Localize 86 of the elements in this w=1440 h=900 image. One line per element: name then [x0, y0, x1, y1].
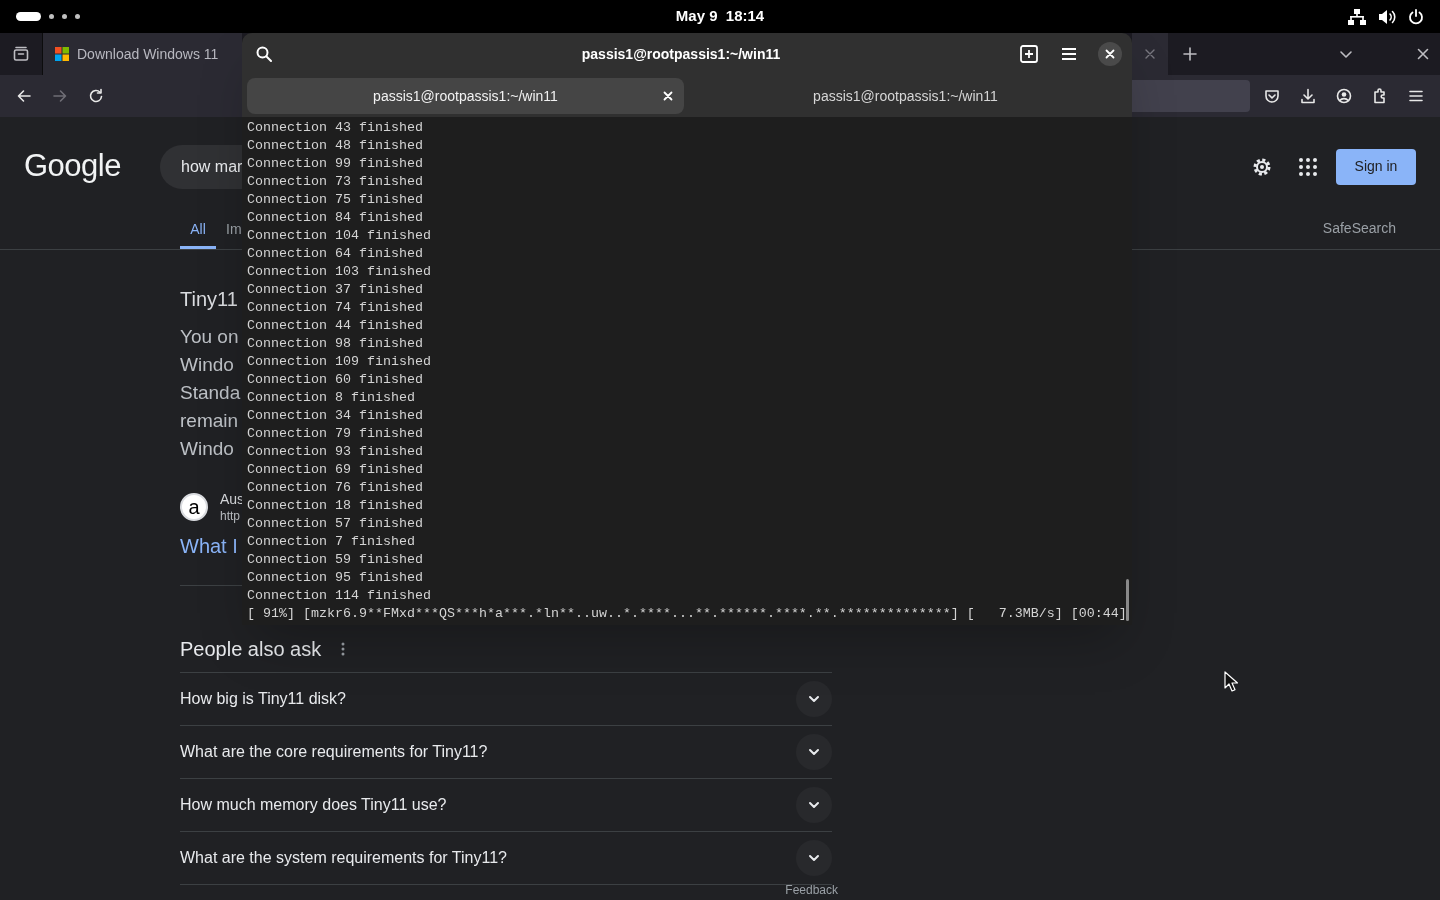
terminal-line: Connection 95 finished — [247, 569, 424, 587]
workspace-indicator[interactable] — [62, 14, 67, 19]
safesearch-link[interactable]: SafeSearch — [1322, 218, 1396, 249]
terminal-line: Connection 57 finished — [247, 515, 424, 533]
network-icon[interactable] — [1348, 8, 1366, 25]
search-icon[interactable] — [256, 46, 272, 62]
forward-arrow-icon — [52, 88, 68, 104]
terminal-tab[interactable]: passis1@rootpassis1:~/win11 — [684, 78, 1127, 114]
site-logo: a — [180, 493, 208, 521]
terminal-line: Connection 73 finished — [247, 173, 424, 191]
workspace-indicator[interactable] — [49, 14, 54, 19]
question-text[interactable]: What are the system requirements for Tiny11? — [180, 846, 507, 870]
section-heading: People also ask — [180, 636, 322, 662]
terminal-line: Connection 76 finished — [247, 479, 424, 497]
question-text[interactable]: How much memory does Tiny11 use? — [180, 793, 447, 817]
terminal-line: Connection 79 finished — [247, 425, 424, 443]
sign-in-button[interactable]: Sign in — [1336, 148, 1416, 185]
download-icon[interactable] — [1300, 88, 1316, 104]
window-title: passis1@rootpassis1:~/win11 — [580, 44, 782, 64]
terminal-line: Connection 48 finished — [247, 137, 424, 155]
terminal-tab[interactable]: passis1@rootpassis1:~/win11 — [247, 78, 684, 114]
new-tab-icon[interactable] — [1182, 46, 1198, 62]
terminal-line: Connection 43 finished — [247, 119, 424, 137]
terminal-line: Connection 37 finished — [247, 281, 424, 299]
feedback-link[interactable]: Feedback — [785, 883, 838, 897]
terminal-line: Connection 18 finished — [247, 497, 424, 515]
result-link[interactable]: What I — [180, 533, 238, 559]
terminal-line: Connection 7 finished — [247, 533, 416, 551]
terminal-line: Connection 104 finished — [247, 227, 432, 245]
apps-grid-icon[interactable] — [1297, 155, 1319, 178]
result-title[interactable]: Tiny11 — [180, 287, 238, 311]
browser-tab[interactable]: Download Windows 11 — [42, 33, 242, 75]
menu-icon[interactable] — [1061, 47, 1077, 61]
terminal-line: Connection 69 finished — [247, 461, 424, 479]
expand-button[interactable] — [796, 787, 832, 823]
terminal-line: Connection 109 finished — [247, 353, 432, 371]
mouse-pointer-icon — [1224, 671, 1238, 692]
menu-icon[interactable] — [1408, 88, 1424, 104]
terminal-line: Connection 44 finished — [247, 317, 424, 335]
terminal-line: Connection 99 finished — [247, 155, 424, 173]
site-url: http — [220, 508, 241, 524]
reload-icon[interactable] — [88, 88, 104, 104]
close-button[interactable] — [1098, 42, 1122, 66]
terminal-line: Connection 60 finished — [247, 371, 424, 389]
power-icon[interactable] — [1408, 8, 1424, 25]
logo: Google — [23, 147, 122, 186]
address-field[interactable] — [1132, 80, 1250, 112]
search-field[interactable]: how mar — [160, 144, 242, 189]
question-text[interactable]: How big is Tiny11 disk? — [180, 687, 346, 711]
workspace-indicator[interactable] — [16, 12, 41, 21]
clock[interactable]: May 9 18:14 — [675, 5, 765, 28]
terminal-line: Connection 59 finished — [247, 551, 424, 569]
terminal-line: Connection 84 finished — [247, 209, 424, 227]
expand-button[interactable] — [796, 840, 832, 876]
snippet-text: You on Windo Standa remain Windo — [180, 325, 241, 461]
question-text[interactable]: What are the core requirements for Tiny11? — [180, 740, 488, 764]
puzzle-piece-icon[interactable] — [1372, 88, 1388, 104]
close-icon[interactable] — [1415, 46, 1431, 62]
terminal-line: Connection 93 finished — [247, 443, 424, 461]
terminal-line: Connection 98 finished — [247, 335, 424, 353]
terminal-line: Connection 74 finished — [247, 299, 424, 317]
terminal-line: Connection 64 finished — [247, 245, 424, 263]
pocket-icon[interactable] — [1264, 88, 1280, 104]
search-tab[interactable]: All — [180, 216, 216, 249]
more-options-icon[interactable] — [341, 641, 346, 656]
terminal-line: Connection 103 finished — [247, 263, 432, 281]
expand-button[interactable] — [796, 681, 832, 717]
chevron-down-icon — [808, 746, 820, 758]
workspace-indicator[interactable] — [75, 14, 80, 19]
chevron-down-icon — [808, 799, 820, 811]
terminal-line: Connection 75 finished — [247, 191, 424, 209]
terminal-line: Connection 8 finished — [247, 389, 416, 407]
progress-line: [ 91%] [mzkr6.9**FMxd***QS***h*a***.*ln**..uw..*.****...**.******.****.**.**************] [ 7.3MB/s] [00:44] — [247, 605, 1127, 623]
scrollbar[interactable] — [1126, 579, 1129, 621]
expand-button[interactable] — [796, 734, 832, 770]
four-squares-icon — [55, 47, 69, 61]
close-icon — [1105, 49, 1115, 59]
account-icon[interactable] — [1336, 88, 1352, 104]
chevron-down-icon — [808, 693, 820, 705]
chevron-down-icon — [808, 852, 820, 864]
tab-list-icon[interactable] — [13, 46, 29, 62]
back-arrow-icon[interactable] — [16, 88, 32, 104]
search-tab[interactable]: Im — [226, 216, 242, 249]
terminal-line: Connection 114 finished — [247, 587, 432, 605]
terminal-line: Connection 34 finished — [247, 407, 424, 425]
volume-icon[interactable] — [1378, 8, 1396, 25]
